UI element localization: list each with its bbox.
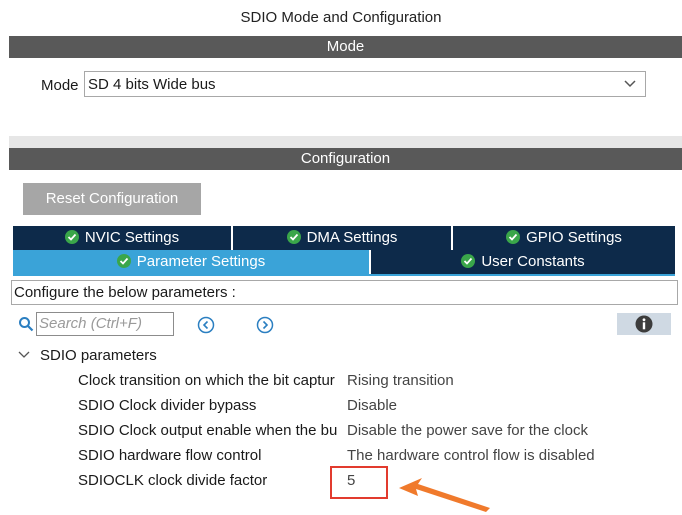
section-divider <box>9 136 682 148</box>
tab-dma-settings[interactable]: DMA Settings <box>233 226 451 250</box>
window-title: SDIO Mode and Configuration <box>240 9 442 26</box>
annotation-arrow <box>399 478 490 512</box>
check-icon <box>461 254 476 268</box>
param-name: SDIO Clock divider bypass <box>78 397 257 414</box>
sdio-parameters-group[interactable]: SDIO parameters <box>18 347 157 365</box>
mode-select-value: SD 4 bits Wide bus <box>88 76 216 93</box>
param-name: Clock transition on which the bit captur <box>78 372 335 389</box>
tab-label: DMA Settings <box>306 229 398 246</box>
configure-instructions: Configure the below parameters : <box>11 280 678 305</box>
tab-label: User Constants <box>481 253 585 270</box>
mode-select[interactable]: SD 4 bits Wide bus <box>84 71 646 97</box>
check-icon <box>64 230 79 244</box>
check-icon <box>506 230 521 244</box>
search-input[interactable]: Search (Ctrl+F) <box>36 312 174 336</box>
check-icon <box>116 254 131 268</box>
mode-panel <box>9 58 682 136</box>
param-value[interactable]: Disable <box>347 396 397 416</box>
nav-prev-icon[interactable] <box>197 316 215 334</box>
param-name: SDIOCLK clock divide factor <box>78 472 268 489</box>
tab-label: Parameter Settings <box>136 253 266 270</box>
param-value[interactable]: Rising transition <box>347 371 454 391</box>
param-name: SDIO Clock output enable when the bu <box>78 422 338 439</box>
tab-underline <box>13 274 675 276</box>
info-button[interactable] <box>617 313 671 335</box>
reset-configuration-button[interactable]: Reset Configuration <box>23 183 201 215</box>
group-label: SDIO parameters <box>40 347 157 364</box>
check-icon <box>286 230 301 244</box>
param-value[interactable]: Disable the power save for the clock <box>347 421 588 441</box>
search-icon <box>19 317 34 332</box>
nav-next-icon[interactable] <box>256 316 274 334</box>
chevron-down-icon <box>624 80 636 88</box>
tab-gpio-settings[interactable]: GPIO Settings <box>453 226 675 250</box>
configuration-header: Configuration <box>9 148 682 170</box>
mode-header: Mode <box>9 36 682 58</box>
tab-label: GPIO Settings <box>526 229 622 246</box>
tab-parameter-settings[interactable]: Parameter Settings <box>13 250 369 274</box>
highlight-box <box>330 466 388 499</box>
param-name: SDIO hardware flow control <box>78 447 262 464</box>
info-icon <box>635 315 653 333</box>
mode-label: Mode <box>41 77 79 94</box>
tab-label: NVIC Settings <box>84 229 180 246</box>
tab-user-constants[interactable]: User Constants <box>371 250 675 274</box>
param-value[interactable]: The hardware control flow is disabled <box>347 446 595 466</box>
tab-nvic-settings[interactable]: NVIC Settings <box>13 226 231 250</box>
expand-chevron-icon <box>18 351 30 358</box>
